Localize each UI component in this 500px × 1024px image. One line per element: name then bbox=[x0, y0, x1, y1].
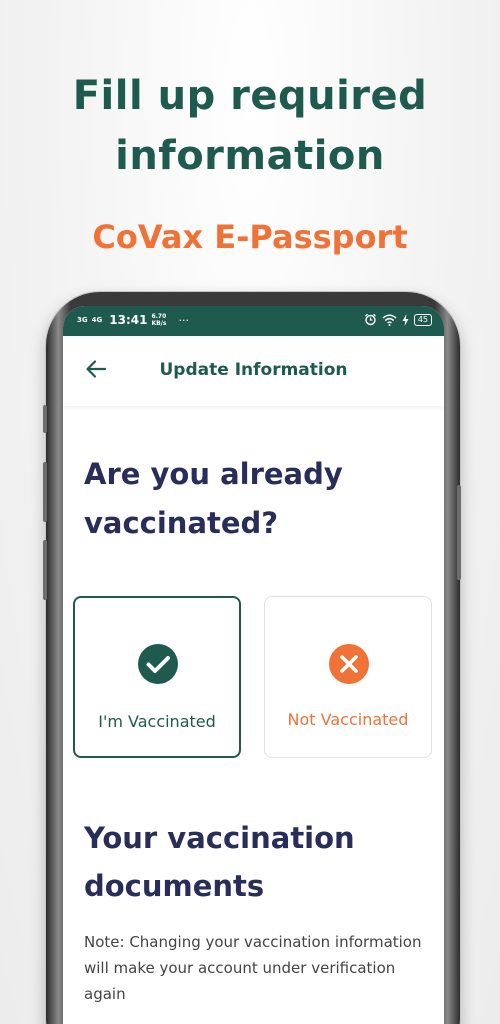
vaccination-documents-heading-line2: documents bbox=[84, 869, 265, 903]
not-vaccinated-option-card[interactable]: Not Vaccinated bbox=[264, 596, 432, 758]
vaccination-question: Are you already vaccinated? bbox=[84, 450, 424, 548]
app-bar-title: Update Information bbox=[159, 360, 348, 380]
x-circle-icon bbox=[329, 644, 369, 684]
phone-power-button bbox=[457, 485, 461, 580]
network-speed-value: 6.70 bbox=[151, 313, 167, 320]
vaccination-documents-heading-line1: Your vaccination bbox=[84, 821, 355, 855]
vaccination-question-line2: vaccinated? bbox=[84, 506, 279, 540]
vaccination-question-line1: Are you already bbox=[84, 457, 343, 491]
promo-headline-line2: information bbox=[115, 133, 385, 179]
more-notifications-icon: ··· bbox=[178, 313, 189, 327]
wifi-icon bbox=[382, 314, 397, 326]
charging-icon bbox=[402, 313, 409, 326]
signal-3g-icon: 3G bbox=[77, 315, 88, 324]
promo-screen: Fill up required information CoVax E-Pas… bbox=[0, 0, 500, 1024]
alarm-icon bbox=[364, 313, 376, 326]
vaccination-documents-heading: Your vaccination documents bbox=[84, 814, 424, 910]
promo-headline: Fill up required information bbox=[0, 66, 500, 186]
phone-volume-button bbox=[43, 405, 47, 433]
signal-4g-icon: 4G bbox=[91, 315, 103, 324]
verification-note: Note: Changing your vaccination informat… bbox=[84, 933, 422, 1003]
vaccinated-option-label: I'm Vaccinated bbox=[98, 712, 216, 731]
phone-volume-button bbox=[43, 540, 47, 600]
status-bar: 3G 4G 13:41 6.70 KB/s ··· 45 bbox=[63, 306, 444, 336]
check-circle-icon bbox=[138, 644, 178, 684]
phone-volume-button bbox=[43, 462, 47, 522]
status-time: 13:41 bbox=[109, 313, 148, 327]
network-speed-unit: KB/s bbox=[151, 320, 167, 327]
not-vaccinated-option-label: Not Vaccinated bbox=[287, 710, 409, 729]
promo-headline-line1: Fill up required bbox=[72, 73, 428, 119]
vaccinated-option-card[interactable]: I'm Vaccinated bbox=[73, 596, 241, 758]
app-bar: Update Information bbox=[63, 336, 444, 406]
battery-indicator: 45 bbox=[413, 313, 432, 326]
phone-screen: 3G 4G 13:41 6.70 KB/s ··· 45 Update Info… bbox=[63, 306, 444, 1024]
promo-subhead: CoVax E-Passport bbox=[92, 218, 408, 256]
network-speed: 6.70 KB/s bbox=[151, 313, 166, 327]
